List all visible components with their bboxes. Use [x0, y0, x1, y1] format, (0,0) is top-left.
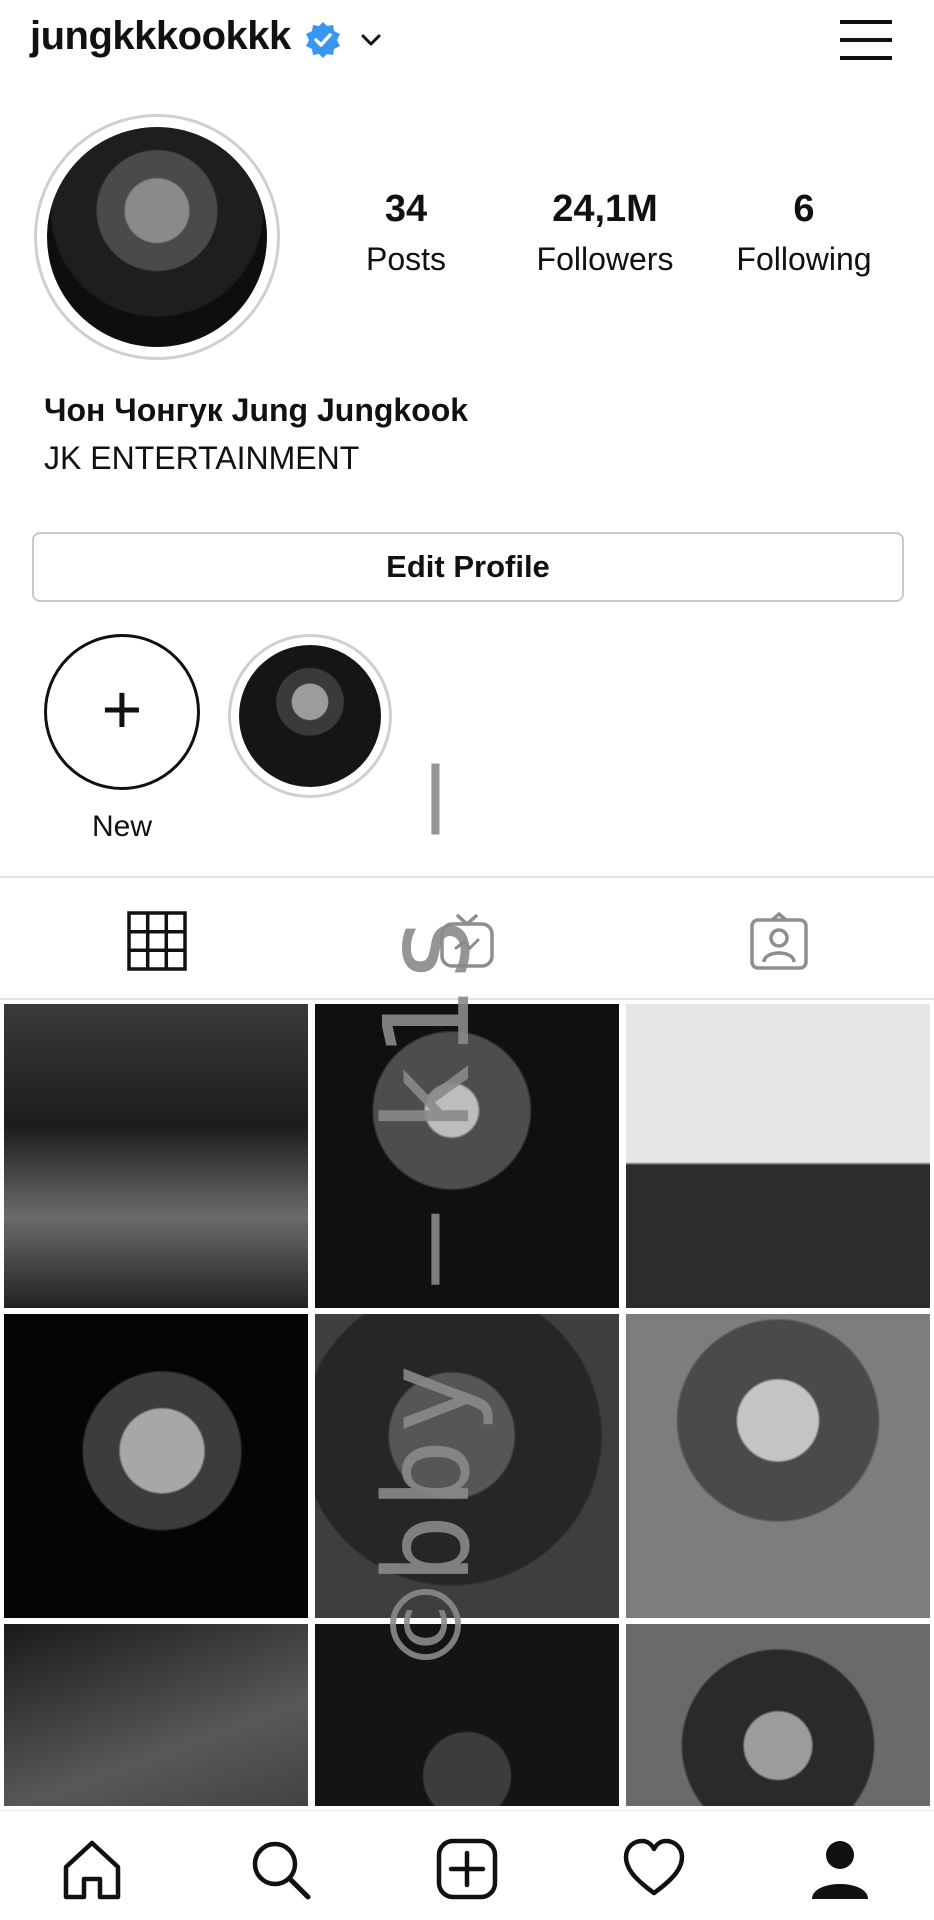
- post-thumbnail[interactable]: [315, 1314, 619, 1618]
- highlight-item[interactable]: [228, 634, 392, 798]
- home-icon[interactable]: [60, 1837, 124, 1901]
- highlight-photo: [239, 645, 381, 787]
- profile-avatar[interactable]: [34, 114, 280, 360]
- grid-icon[interactable]: [126, 910, 188, 972]
- post-thumbnail[interactable]: [4, 1624, 308, 1806]
- username[interactable]: jungkkkookkk: [30, 14, 291, 59]
- followers-label: Followers: [536, 241, 674, 277]
- chevron-down-icon[interactable]: [357, 26, 385, 54]
- post-thumbnail[interactable]: [315, 1004, 619, 1308]
- stat-posts[interactable]: 34 Posts: [356, 188, 456, 278]
- add-post-icon[interactable]: [435, 1837, 499, 1901]
- posts-grid: [4, 1004, 930, 1806]
- profile-full-name: Чон Чонгук Jung Jungkook: [44, 392, 469, 428]
- profile-tab-bar: [0, 876, 934, 1000]
- new-highlight-circle[interactable]: +: [44, 634, 200, 790]
- posts-count: 34: [384, 188, 428, 230]
- profile-bio: JK ENTERTAINMENT: [44, 440, 360, 476]
- verified-badge-icon: [306, 22, 340, 58]
- following-label: Following: [736, 241, 872, 277]
- hamburger-menu-icon[interactable]: [838, 16, 894, 64]
- stat-following[interactable]: 6 Following: [724, 188, 884, 278]
- following-count: 6: [793, 188, 815, 230]
- tagged-icon[interactable]: [748, 910, 810, 972]
- plus-icon: +: [101, 669, 143, 748]
- bottom-navigation: [0, 1810, 934, 1920]
- followers-count: 24,1M: [552, 188, 658, 230]
- post-thumbnail[interactable]: [4, 1314, 308, 1618]
- posts-label: Posts: [365, 241, 447, 277]
- highlight-label: New: [91, 810, 152, 843]
- search-icon[interactable]: [248, 1837, 312, 1901]
- edit-profile-button[interactable]: Edit Profile: [32, 532, 904, 602]
- heart-icon[interactable]: [622, 1837, 686, 1901]
- stat-followers[interactable]: 24,1M Followers: [522, 188, 688, 278]
- post-thumbnail[interactable]: [315, 1624, 619, 1806]
- profile-icon[interactable]: [808, 1837, 872, 1901]
- post-thumbnail[interactable]: [626, 1624, 930, 1806]
- avatar-photo: [47, 127, 267, 347]
- highlight-new[interactable]: + New: [44, 634, 200, 843]
- post-thumbnail[interactable]: [626, 1004, 930, 1308]
- profile-header: jungkkkookkk: [0, 0, 934, 80]
- highlight-ring[interactable]: [228, 634, 392, 798]
- igtv-icon[interactable]: [436, 910, 498, 972]
- post-thumbnail[interactable]: [626, 1314, 930, 1618]
- post-thumbnail[interactable]: [4, 1004, 308, 1308]
